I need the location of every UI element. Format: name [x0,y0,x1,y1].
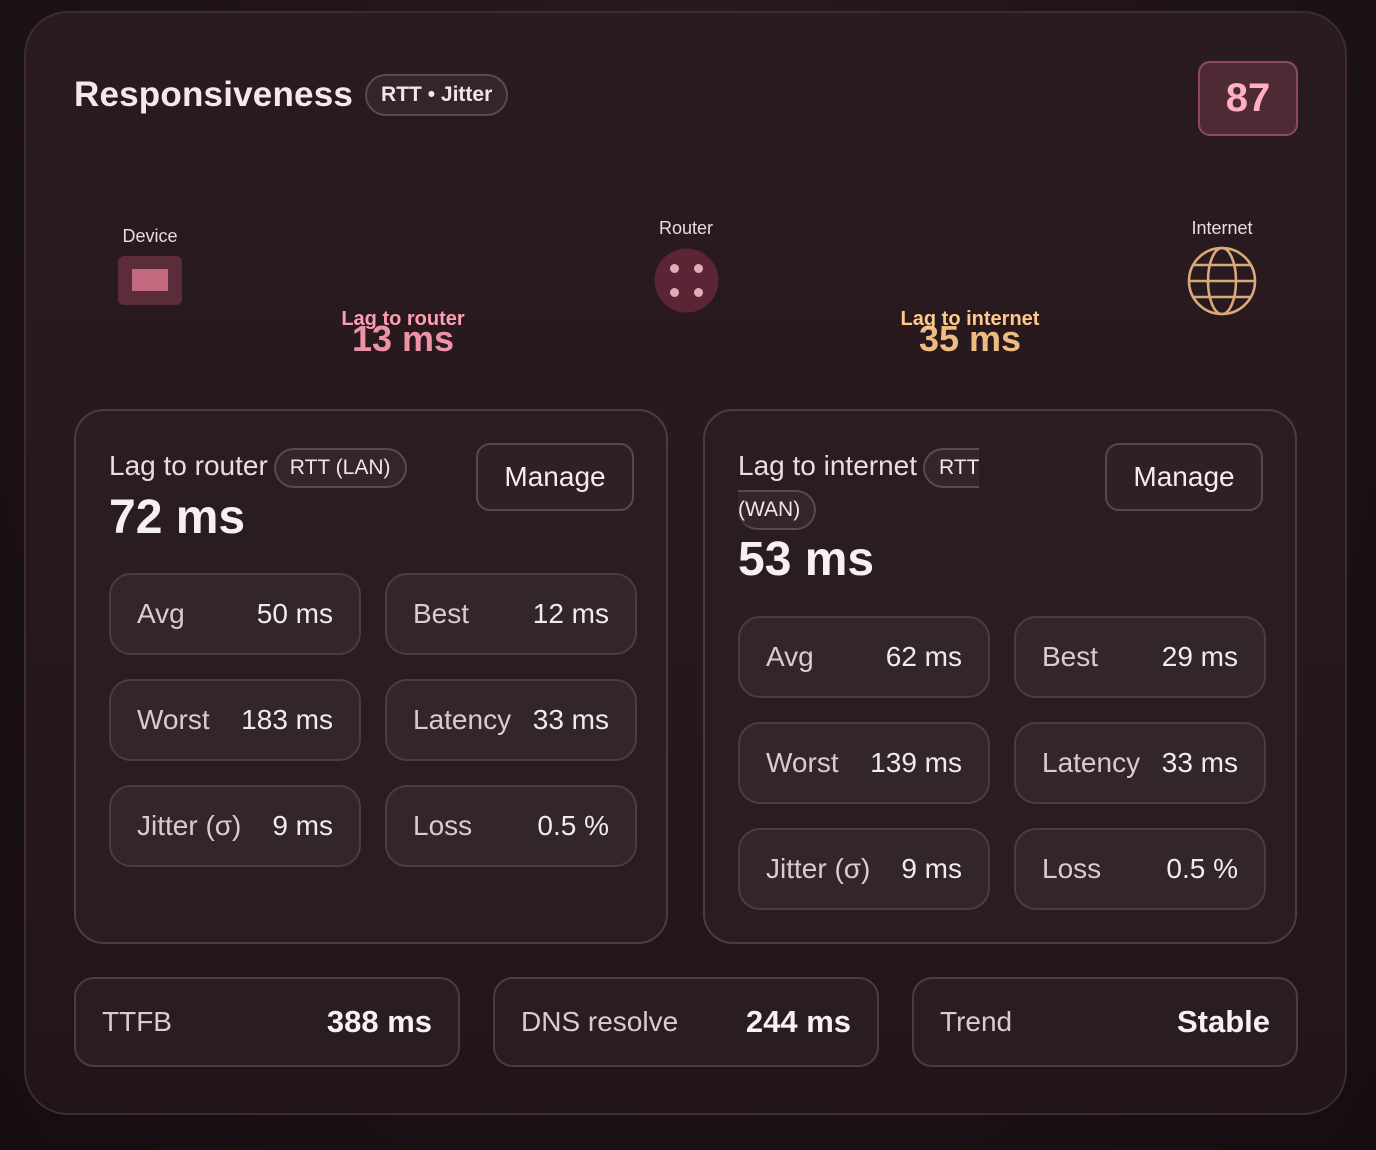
stat-value: 0.5 % [1166,853,1238,884]
stat-value: 9 ms [272,810,333,841]
stat-loss: Loss 0.5 % [1014,828,1266,910]
summary-label: Trend [940,1006,1013,1037]
internet-panel-title: Lag to internet [738,450,918,481]
stat-value: 139 ms [870,747,962,778]
internet-manage-button[interactable]: Manage [1105,443,1263,511]
globe-icon [1187,246,1257,316]
internet-panel-badge-start: RTT [923,447,980,488]
router-panel: Lag to router RTT (LAN) 72 ms Manage Avg 5… [74,409,668,944]
stat-value: 62 ms [885,641,962,672]
stat-worst: Worst 183 ms [109,679,361,761]
stat-value: 9 ms [901,853,962,884]
link-router-value: 13 ms [351,318,455,359]
stat-label: Loss [1042,853,1102,884]
stat-best: Best 29 ms [1014,616,1266,698]
device-label: Device [122,226,178,246]
stat-label: Latency [413,704,512,735]
summary-value: Stable [1176,1004,1270,1039]
router-panel-value: 72 ms [109,490,246,544]
device-icon [118,256,182,305]
router-manage-button[interactable]: Manage [476,443,634,511]
stat-value: 12 ms [532,598,609,629]
stat-value: 183 ms [241,704,333,735]
stat-avg: Avg 62 ms [738,616,990,698]
router-panel-badge: RTT (LAN) [273,447,407,488]
router-label: Router [658,218,714,238]
summary-value: 388 ms [326,1004,432,1039]
internet-panel-head: Lag to internet RTT (WAN) 53 ms [738,445,1038,587]
stat-value: 33 ms [532,704,609,735]
internet-panel: Lag to internet RTT (WAN) 53 ms Manage Avg… [703,409,1297,944]
card-header: Responsiveness RTT • Jitter [74,74,509,116]
stat-worst: Worst 139 ms [738,722,990,804]
stat-label: Jitter (σ) [766,853,871,884]
internet-panel-value: 53 ms [738,533,875,587]
stat-latency: Latency 33 ms [1014,722,1266,804]
internet-panel-badge-end: (WAN) [738,490,817,531]
summary-dns: DNS resolve 244 ms [493,977,879,1067]
stat-label: Avg [137,598,185,629]
stat-label: Avg [766,641,814,672]
stat-label: Best [1042,641,1099,672]
stat-label: Best [413,598,470,629]
stat-best: Best 12 ms [385,573,637,655]
summary-label: DNS resolve [521,1006,679,1037]
stat-label: Jitter (σ) [137,810,242,841]
score-badge: 87 [1198,61,1298,136]
summary-trend: Trend Stable [912,977,1298,1067]
stat-value: 0.5 % [537,810,609,841]
stat-label: Worst [137,704,210,735]
internet-stats: Avg 62 ms Best 29 ms Worst 139 ms Latency 33… [738,616,1266,910]
summary-value: 244 ms [745,1004,851,1039]
router-icon [654,248,719,313]
summary-label: TTFB [102,1006,172,1037]
stat-value: 29 ms [1161,641,1238,672]
stat-jitter: Jitter (σ) 9 ms [109,785,361,867]
stat-label: Loss [413,810,473,841]
link-internet-value: 35 ms [918,318,1022,359]
stat-value: 33 ms [1161,747,1238,778]
page: Responsiveness RTT • Jitter 87 Device Ro… [0,0,1376,1150]
stat-value: 50 ms [256,598,333,629]
stat-label: Latency [1042,747,1141,778]
stat-loss: Loss 0.5 % [385,785,637,867]
stat-latency: Latency 33 ms [385,679,637,761]
internet-label: Internet [1191,218,1253,238]
router-stats: Avg 50 ms Best 12 ms Worst 183 ms Latency 33… [109,573,637,867]
metric-badge: RTT • Jitter [365,74,509,116]
card-title: Responsiveness [74,75,354,114]
router-panel-head: Lag to router RTT (LAN) 72 ms [109,445,429,545]
stat-avg: Avg 50 ms [109,573,361,655]
router-panel-title: Lag to router [109,450,268,481]
stat-jitter: Jitter (σ) 9 ms [738,828,990,910]
summary-ttfb: TTFB 388 ms [74,977,460,1067]
stat-label: Worst [766,747,839,778]
